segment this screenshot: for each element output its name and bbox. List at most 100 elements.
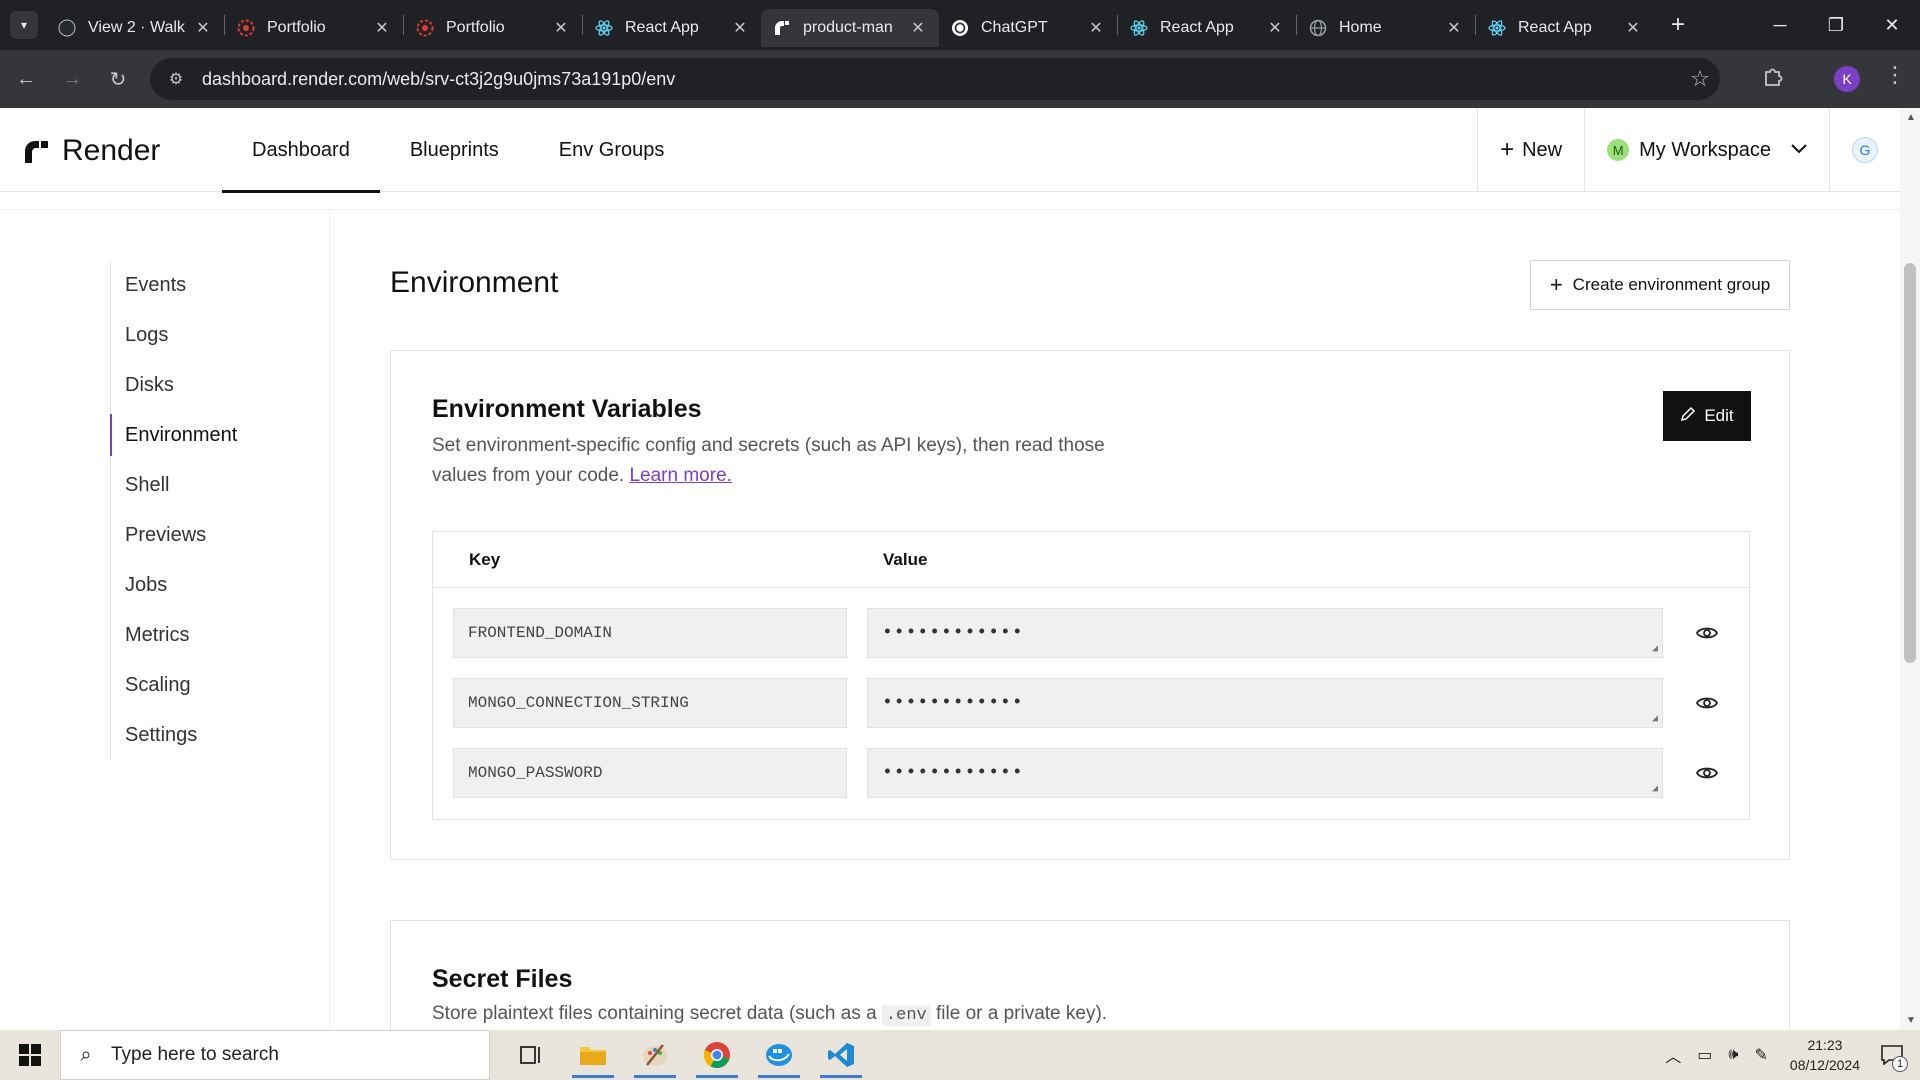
window-close-icon[interactable]: ✕	[1864, 0, 1920, 50]
browser-tab[interactable]: Portfolio ✕	[225, 9, 403, 47]
sidebar-item-metrics[interactable]: Metrics	[111, 610, 311, 660]
env-key-field[interactable]: MONGO_CONNECTION_STRING	[453, 678, 847, 728]
workspace-label: My Workspace	[1639, 138, 1771, 161]
close-icon[interactable]: ✕	[909, 18, 927, 38]
volume-icon[interactable]: 🕪	[1728, 1046, 1738, 1064]
render-logo-icon	[25, 141, 48, 163]
pen-icon[interactable]: ✎	[1755, 1045, 1768, 1065]
address-bar[interactable]: ⚙ dashboard.render.com/web/srv-ct3j2g9u0…	[150, 58, 1720, 100]
minimize-icon[interactable]: ─	[1752, 0, 1808, 50]
description-line-1: Set environment-specific config and secr…	[432, 435, 1105, 456]
tab-title: React App	[1160, 19, 1234, 36]
close-icon[interactable]: ✕	[552, 18, 570, 38]
chrome-icon[interactable]	[686, 1030, 748, 1080]
sidebar-item-disks[interactable]: Disks	[111, 360, 311, 410]
browser-tab[interactable]: Home ✕	[1297, 9, 1475, 47]
extensions-puzzle-icon[interactable]	[1762, 66, 1784, 94]
eye-icon[interactable]	[1695, 691, 1719, 715]
main-nav: Dashboard Blueprints Env Groups	[222, 108, 695, 193]
sidebar-item-scaling[interactable]: Scaling	[111, 660, 311, 710]
nav-env-groups[interactable]: Env Groups	[529, 108, 695, 192]
nav-dashboard[interactable]: Dashboard	[222, 108, 380, 193]
learn-more-link[interactable]: Learn more.	[629, 465, 731, 486]
browser-tab[interactable]: React App ✕	[583, 9, 761, 47]
browser-tab[interactable]: React App ✕	[1118, 9, 1296, 47]
restore-icon[interactable]: ❐	[1808, 0, 1864, 50]
url-text[interactable]: dashboard.render.com/web/srv-ct3j2g9u0jm…	[202, 69, 1680, 90]
battery-icon[interactable]: ▭	[1697, 1045, 1712, 1065]
back-arrow-icon[interactable]: ←	[6, 59, 46, 99]
sidebar-item-environment[interactable]: Environment	[110, 410, 311, 460]
workspace-switcher[interactable]: M My Workspace	[1584, 108, 1829, 192]
forward-arrow-icon[interactable]: →	[52, 59, 92, 99]
sidebar-item-settings[interactable]: Settings	[111, 710, 311, 760]
env-value-field[interactable]: •••••••••••• ◢	[867, 608, 1663, 658]
taskbar-clock[interactable]: 21:23 08/12/2024	[1790, 1035, 1860, 1075]
docker-icon[interactable]	[748, 1030, 810, 1080]
close-icon[interactable]: ✕	[1624, 18, 1642, 38]
browser-tab[interactable]: React App ✕	[1476, 9, 1654, 47]
account-menu[interactable]: G	[1829, 108, 1900, 192]
edit-button[interactable]: Edit	[1663, 391, 1751, 441]
vscode-icon[interactable]	[810, 1030, 872, 1080]
sidebar-item-jobs[interactable]: Jobs	[111, 560, 311, 610]
new-tab-plus-icon[interactable]: +	[1662, 9, 1694, 41]
scroll-up-arrow-icon[interactable]: ▲	[1906, 112, 1916, 123]
tab-title: React App	[625, 19, 699, 36]
tab-title: Portfolio	[267, 19, 326, 36]
browser-tab[interactable]: View 2 · Walk ✕	[46, 9, 224, 47]
resize-handle-icon[interactable]: ◢	[1652, 713, 1659, 725]
close-icon[interactable]: ✕	[194, 18, 212, 38]
browser-toolbar: ← → ↻ ⚙ dashboard.render.com/web/srv-ct3…	[0, 50, 1920, 108]
browser-profile-avatar[interactable]: K	[1834, 66, 1860, 92]
new-button[interactable]: + New	[1477, 108, 1584, 192]
browser-menu-icon[interactable]: ⋮	[1884, 62, 1906, 88]
eye-icon[interactable]	[1695, 621, 1719, 645]
angular-icon	[416, 19, 434, 37]
scroll-down-arrow-icon[interactable]: ▼	[1906, 1015, 1916, 1026]
sidebar-item-previews[interactable]: Previews	[111, 510, 311, 560]
sidebar-item-shell[interactable]: Shell	[111, 460, 311, 510]
windows-start-icon[interactable]	[0, 1030, 60, 1080]
file-explorer-icon[interactable]	[562, 1030, 624, 1080]
plus-icon: +	[1549, 272, 1563, 297]
render-logo[interactable]: Render	[24, 134, 160, 168]
taskbar-search-box[interactable]: ⌕ Type here to search	[60, 1030, 490, 1080]
app-header: Render Dashboard Blueprints Env Groups +…	[0, 108, 1900, 193]
resize-handle-icon[interactable]: ◢	[1652, 643, 1659, 655]
section-description: Set environment-specific config and secr…	[432, 431, 1152, 491]
brand-name: Render	[62, 134, 161, 167]
close-icon[interactable]: ✕	[1087, 18, 1105, 38]
tab-search-chevron-icon[interactable]: ▾	[10, 11, 38, 39]
react-icon	[1488, 19, 1506, 37]
env-value-field[interactable]: •••••••••••• ◢	[867, 748, 1663, 798]
page-scrollbar[interactable]: ▲ ▼	[1900, 108, 1920, 1030]
sidebar-item-logs[interactable]: Logs	[111, 310, 311, 360]
scrollbar-thumb[interactable]	[1904, 263, 1916, 663]
workspace-badge: M	[1607, 139, 1630, 161]
browser-tab-active[interactable]: product-man ✕	[761, 9, 939, 47]
notification-icon[interactable]: 1	[1874, 1040, 1910, 1072]
description-text: Store plaintext files containing secret …	[432, 1003, 877, 1024]
eye-icon[interactable]	[1695, 761, 1719, 785]
bookmark-star-icon[interactable]: ☆	[1680, 66, 1720, 92]
resize-handle-icon[interactable]: ◢	[1652, 783, 1659, 795]
browser-tab[interactable]: ChatGPT ✕	[939, 9, 1117, 47]
site-settings-icon[interactable]: ⚙	[156, 69, 196, 89]
close-icon[interactable]: ✕	[731, 18, 749, 38]
env-key-field[interactable]: MONGO_PASSWORD	[453, 748, 847, 798]
close-icon[interactable]: ✕	[1445, 18, 1463, 38]
tab-title: ChatGPT	[981, 19, 1048, 36]
task-view-icon[interactable]	[500, 1030, 562, 1080]
reload-icon[interactable]: ↻	[98, 59, 138, 99]
close-icon[interactable]: ✕	[373, 18, 391, 38]
sidebar-item-events[interactable]: Events	[111, 260, 311, 310]
nav-blueprints[interactable]: Blueprints	[380, 108, 529, 192]
chevron-up-icon[interactable]: ︿	[1665, 1043, 1681, 1067]
browser-tab[interactable]: Portfolio ✕	[404, 9, 582, 47]
env-value-field[interactable]: •••••••••••• ◢	[867, 678, 1663, 728]
close-icon[interactable]: ✕	[1266, 18, 1284, 38]
env-key-field[interactable]: FRONTEND_DOMAIN	[453, 608, 847, 658]
paint-app-icon[interactable]	[624, 1030, 686, 1080]
create-environment-group-button[interactable]: + Create environment group	[1530, 260, 1790, 310]
